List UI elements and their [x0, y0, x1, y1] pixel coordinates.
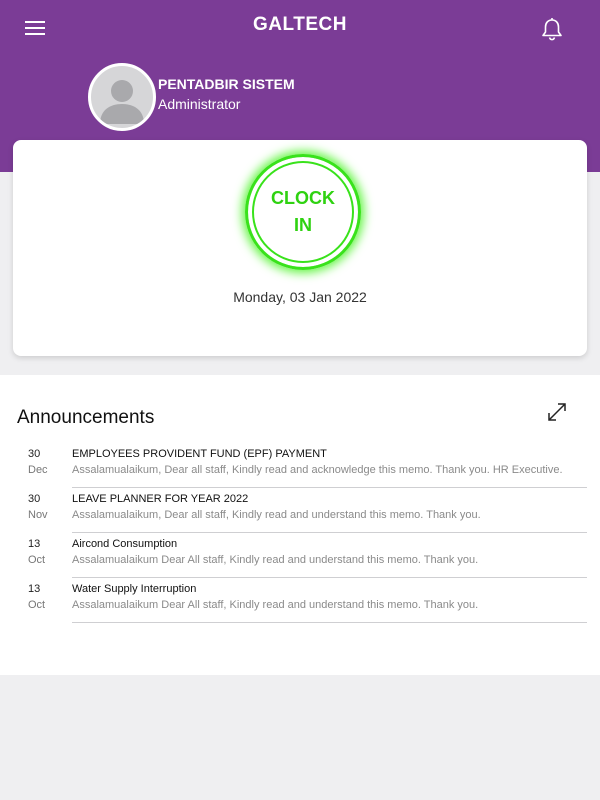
- clock-card: CLOCK IN Monday, 03 Jan 2022: [13, 140, 587, 356]
- announcement-day: 13: [28, 538, 41, 550]
- announcement-summary: Assalamualaikum, Dear all staff, Kindly …: [72, 464, 563, 476]
- announcements-panel: Announcements 30 Dec EMPLOYEES PROVIDENT…: [0, 375, 600, 675]
- announcement-month: Oct: [28, 554, 46, 566]
- clock-in-label-line1: CLOCK: [271, 188, 335, 208]
- announcement-summary: Assalamualaikum, Dear all staff, Kindly …: [72, 509, 481, 521]
- announcement-month: Nov: [28, 509, 48, 521]
- announcement-item[interactable]: 13 Oct Aircond Consumption Assalamualaik…: [0, 533, 600, 578]
- announcement-title: Aircond Consumption: [72, 538, 178, 550]
- clock-in-label: CLOCK IN: [263, 185, 343, 239]
- clock-in-label-line2: IN: [294, 215, 312, 235]
- user-role: Administrator: [158, 96, 241, 112]
- announcement-day: 30: [28, 448, 41, 460]
- announcement-item[interactable]: 30 Nov LEAVE PLANNER FOR YEAR 2022 Assal…: [0, 488, 600, 533]
- announcement-title: EMPLOYEES PROVIDENT FUND (EPF) PAYMENT: [72, 448, 327, 460]
- announcement-summary: Assalamualaikum Dear All staff, Kindly r…: [72, 599, 479, 611]
- brand-logo: GALTECH: [253, 14, 347, 35]
- app-screen: GALTECH PENTADBIR SISTEM Administrator C…: [0, 0, 600, 800]
- user-avatar[interactable]: [88, 63, 156, 131]
- notifications-button[interactable]: [538, 15, 566, 43]
- announcement-month: Oct: [28, 599, 46, 611]
- announcement-day: 13: [28, 583, 41, 595]
- expand-icon: [548, 403, 566, 421]
- user-avatar-icon: [100, 80, 144, 124]
- bell-icon: [542, 18, 562, 41]
- announcement-day: 30: [28, 493, 41, 505]
- expand-button[interactable]: [546, 401, 568, 423]
- announcements-title: Announcements: [17, 407, 155, 428]
- clock-in-button[interactable]: CLOCK IN: [245, 154, 361, 270]
- announcement-item[interactable]: 13 Oct Water Supply Interruption Assalam…: [0, 578, 600, 623]
- divider: [72, 622, 587, 623]
- announcement-summary: Assalamualaikum Dear All staff, Kindly r…: [72, 554, 479, 566]
- current-date: Monday, 03 Jan 2022: [233, 289, 367, 305]
- announcement-list: 30 Dec EMPLOYEES PROVIDENT FUND (EPF) PA…: [0, 443, 600, 623]
- announcement-title: Water Supply Interruption: [72, 583, 197, 595]
- user-name: PENTADBIR SISTEM: [158, 76, 295, 92]
- announcement-item[interactable]: 30 Dec EMPLOYEES PROVIDENT FUND (EPF) PA…: [0, 443, 600, 488]
- announcement-title: LEAVE PLANNER FOR YEAR 2022: [72, 493, 249, 505]
- announcement-month: Dec: [28, 464, 48, 476]
